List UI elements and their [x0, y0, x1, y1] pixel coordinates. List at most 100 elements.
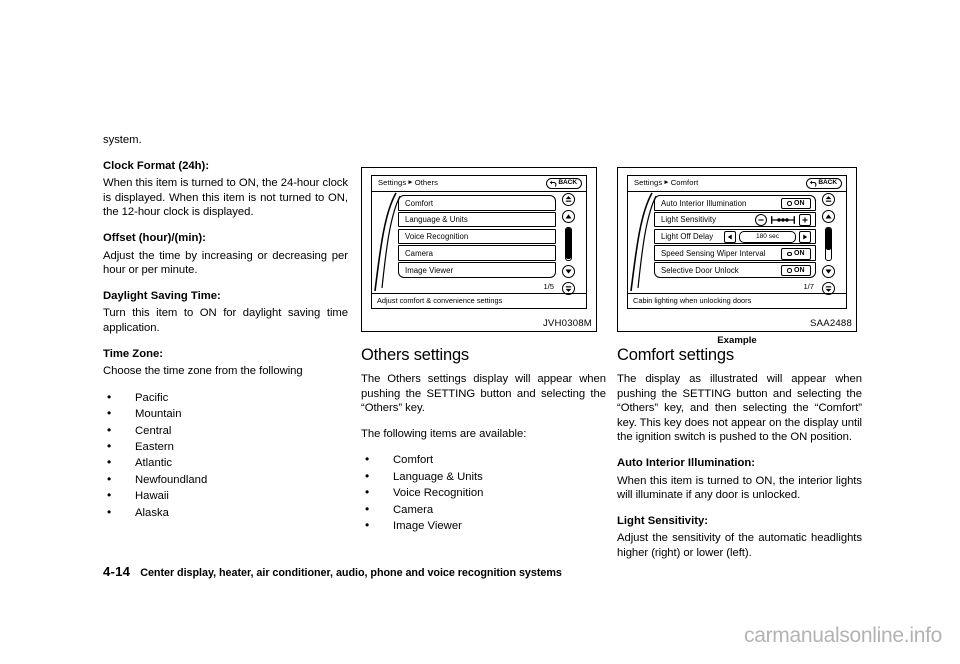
scroll-up-button[interactable]: [822, 210, 835, 223]
back-button-label: BACK: [558, 179, 577, 187]
chevron-down-icon: [825, 269, 832, 274]
chevron-up-icon: [565, 214, 572, 219]
page-indicator: 1/7: [803, 282, 814, 291]
list-item: Hawaii: [103, 487, 348, 504]
heading-daylight-saving: Daylight Saving Time:: [103, 289, 221, 302]
triangle-left-icon: [727, 234, 732, 240]
breadcrumb-separator-icon: ►: [663, 178, 670, 186]
heading-auto-interior-illumination: Auto Interior Illumination:: [617, 456, 756, 469]
others-menu-list: Comfort Language & Units Voice Recogniti…: [398, 195, 556, 290]
scrollbar-thumb[interactable]: [566, 228, 571, 260]
scroll-top-button[interactable]: [562, 193, 575, 206]
breadcrumb-leaf: Comfort: [670, 178, 699, 187]
time-zone-list: Pacific Mountain Central Eastern Atlanti…: [103, 389, 348, 521]
scroll-up-button[interactable]: [562, 210, 575, 223]
scroll-top-button[interactable]: [822, 193, 835, 206]
menu-item-image-viewer[interactable]: Image Viewer: [398, 262, 556, 278]
scrollbar-thumb[interactable]: [826, 228, 831, 251]
scroll-down-button[interactable]: [562, 265, 575, 278]
figure-caption: SAA2488: [810, 318, 852, 329]
menu-item-speed-sensing-wiper-interval[interactable]: Speed Sensing Wiper Interval ON: [654, 245, 816, 261]
body-others-intro: The Others settings display will appear …: [361, 373, 606, 415]
minus-icon: [758, 219, 764, 221]
section-title-others-settings: Others settings: [361, 346, 469, 364]
breadcrumb: Settings►Others: [378, 178, 438, 187]
body-comfort-intro: The display as illustrated will appear w…: [617, 373, 862, 444]
menu-item-light-off-delay[interactable]: Light Off Delay 180 sec: [654, 228, 816, 245]
double-chevron-up-icon: [825, 196, 832, 202]
menu-item-label: Image Viewer: [405, 265, 454, 275]
list-item: Central: [103, 422, 348, 439]
list-item: Atlantic: [103, 454, 348, 471]
figure-comfort-settings-screen: Settings►Comfort BACK Auto Interior Illu…: [617, 167, 857, 332]
speed-sensing-wiper-toggle[interactable]: ON: [781, 248, 811, 260]
back-arrow-icon: [810, 180, 817, 187]
lcd-header: Settings►Comfort BACK: [628, 176, 846, 192]
page-number: 4-14: [103, 564, 131, 579]
menu-item-label: Selective Door Unlock: [661, 265, 739, 275]
delay-next-button[interactable]: [799, 230, 811, 243]
menu-item-selective-door-unlock[interactable]: Selective Door Unlock ON: [654, 262, 816, 278]
body-daylight-saving: Turn this item to ON for daylight saving…: [103, 307, 348, 334]
body-auto-interior-illumination: When this item is turned to ON, the inte…: [617, 474, 862, 502]
figure-caption: JVH0308M: [542, 318, 592, 329]
toggle-indicator-icon: [787, 251, 793, 257]
back-button[interactable]: BACK: [806, 178, 842, 189]
scrollbar-track[interactable]: [565, 227, 572, 261]
auto-interior-illumination-toggle[interactable]: ON: [781, 197, 811, 210]
lcd-screen-others: Settings►Others BACK Comfort Language & …: [371, 175, 587, 309]
menu-item-light-sensitivity[interactable]: Light Sensitivity: [654, 211, 816, 228]
continuation-text: system.: [103, 134, 142, 146]
plus-icon: [802, 217, 808, 223]
page-footer: 4-14 Center display, heater, air conditi…: [103, 564, 562, 579]
section-title-comfort-settings: Comfort settings: [617, 346, 734, 364]
menu-item-label: Speed Sensing Wiper Interval: [661, 248, 766, 258]
selective-door-unlock-toggle[interactable]: ON: [781, 264, 811, 277]
toggle-indicator-icon: [787, 201, 793, 206]
menu-item-auto-interior-illumination[interactable]: Auto Interior Illumination ON: [654, 195, 816, 211]
sensitivity-decrease-button[interactable]: [755, 213, 767, 226]
menu-item-camera[interactable]: Camera: [398, 245, 556, 261]
menu-item-comfort[interactable]: Comfort: [398, 195, 556, 211]
scroll-down-button[interactable]: [822, 265, 835, 278]
toggle-value: ON: [794, 199, 805, 207]
status-bar-text: Cabin lighting when unlocking doors: [633, 296, 752, 305]
scroll-controls: [818, 193, 844, 295]
menu-item-voice-recognition[interactable]: Voice Recognition: [398, 228, 556, 245]
menu-item-language-units[interactable]: Language & Units: [398, 211, 556, 228]
list-item: Mountain: [103, 405, 348, 422]
manual-page: system. Clock Format (24h): When this it…: [0, 0, 960, 664]
list-item: Pacific: [103, 389, 348, 406]
menu-item-label: Light Sensitivity: [661, 215, 717, 225]
menu-item-label: Light Off Delay: [661, 232, 714, 242]
light-off-delay-control: 180 sec: [724, 230, 811, 243]
others-items-list: Comfort Language & Units Voice Recogniti…: [361, 451, 606, 534]
lcd-status-bar: Adjust comfort & convenience settings: [372, 293, 586, 308]
menu-item-label: Language & Units: [405, 215, 468, 225]
menu-item-label: Auto Interior Illumination: [661, 198, 747, 208]
list-item: Alaska: [103, 504, 348, 521]
figure-others-settings-screen: Settings►Others BACK Comfort Language & …: [361, 167, 597, 332]
menu-item-label: Comfort: [405, 198, 434, 208]
column-left: system. Clock Format (24h): When this it…: [103, 133, 348, 532]
list-item: Voice Recognition: [361, 484, 606, 501]
list-item: Camera: [361, 501, 606, 518]
sensitivity-increase-button[interactable]: [799, 213, 811, 226]
triangle-right-icon: [803, 234, 808, 240]
menu-item-label: Camera: [405, 248, 434, 258]
lcd-body: Auto Interior Illumination ON Light Sens…: [628, 192, 846, 295]
toggle-value: ON: [794, 250, 805, 258]
heading-light-sensitivity: Light Sensitivity:: [617, 514, 709, 527]
lcd-screen-comfort: Settings►Comfort BACK Auto Interior Illu…: [627, 175, 847, 309]
list-item: Language & Units: [361, 468, 606, 485]
back-button[interactable]: BACK: [546, 178, 582, 189]
toggle-value: ON: [794, 267, 805, 275]
body-time-zone: Choose the time zone from the following: [103, 365, 303, 378]
scrollbar-track[interactable]: [825, 227, 832, 261]
delay-previous-button[interactable]: [724, 230, 736, 243]
sensitivity-gauge-icon: [771, 216, 795, 224]
lcd-status-bar: Cabin lighting when unlocking doors: [628, 293, 846, 308]
footer-title: Center display, heater, air conditioner,…: [140, 567, 562, 579]
column-right: Comfort settings The display as illustra…: [617, 345, 862, 572]
list-item: Comfort: [361, 451, 606, 468]
